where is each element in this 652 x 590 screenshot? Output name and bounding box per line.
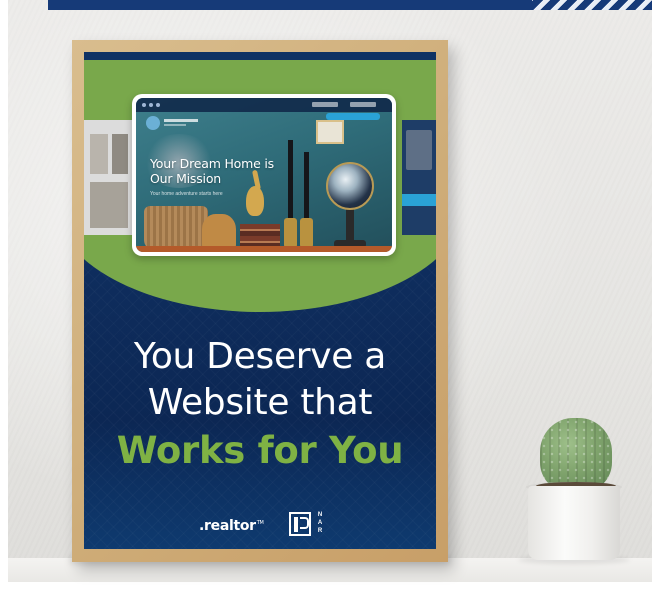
phone-number-placeholder <box>312 102 338 107</box>
wall-art-frame <box>316 120 344 144</box>
woven-basket <box>144 206 208 250</box>
nar-letter: N <box>317 512 323 518</box>
website-hero-subtext: Your home adventure starts here <box>150 191 223 197</box>
realtor-logo: .realtorTM <box>199 518 264 534</box>
website-mockup-laptop: Your Dream Home is Our Mission Your home… <box>132 94 396 256</box>
bird-sculpture <box>246 186 264 216</box>
cyan-banner <box>402 194 436 206</box>
website-hero-headline: Your Dream Home is Our Mission <box>150 156 274 186</box>
poster-headline: You Deserve a Website that Works for You <box>84 334 436 476</box>
candle-holder <box>284 218 297 248</box>
globe-stand <box>346 208 354 242</box>
nar-letter: A <box>317 520 323 526</box>
tabletop <box>136 246 392 252</box>
interior-photo <box>90 182 128 228</box>
wooden-picture-frame: Your Dream Home is Our Mission Your home… <box>72 40 448 562</box>
photo-scene: Your Dream Home is Our Mission Your home… <box>0 0 652 590</box>
website-nav-bar <box>136 98 392 112</box>
globe <box>326 162 374 210</box>
social-icon <box>156 103 160 107</box>
right-screen-preview <box>402 120 436 235</box>
white-plant-pot <box>528 486 620 560</box>
social-icon <box>149 103 153 107</box>
kitchen-photo <box>112 134 128 174</box>
realtor-wordmark: .realtor <box>199 518 256 534</box>
social-icon <box>142 103 146 107</box>
nar-letter: R <box>317 528 323 534</box>
kitchen-photo <box>90 134 108 174</box>
headline-line-2: Website that <box>147 382 373 423</box>
cactus-spines <box>540 418 612 492</box>
website-hero-screen: Your Dream Home is Our Mission Your home… <box>136 98 392 252</box>
logo-row: .realtorTM N A R <box>84 510 436 540</box>
candle-holder <box>300 218 313 248</box>
trademark-mark: TM <box>256 520 264 526</box>
nar-letters: N A R <box>316 511 324 535</box>
agency-name-placeholder <box>164 119 198 122</box>
headline-line-1: You Deserve a <box>133 336 387 377</box>
website-cta-button <box>326 113 380 120</box>
agency-logo-icon <box>146 116 160 130</box>
poster-top-bar <box>84 52 436 60</box>
top-banner-strip <box>48 0 652 10</box>
left-screen-preview <box>84 120 132 235</box>
email-placeholder <box>350 102 376 107</box>
agency-tagline-placeholder <box>164 124 186 126</box>
headline-accent: Works for You <box>116 429 404 472</box>
nar-r-logo-icon <box>289 512 311 536</box>
candle <box>304 152 309 220</box>
diagonal-stripes-decoration <box>532 0 652 10</box>
poster: Your Dream Home is Our Mission Your home… <box>84 52 436 549</box>
interior-photo <box>406 130 432 170</box>
